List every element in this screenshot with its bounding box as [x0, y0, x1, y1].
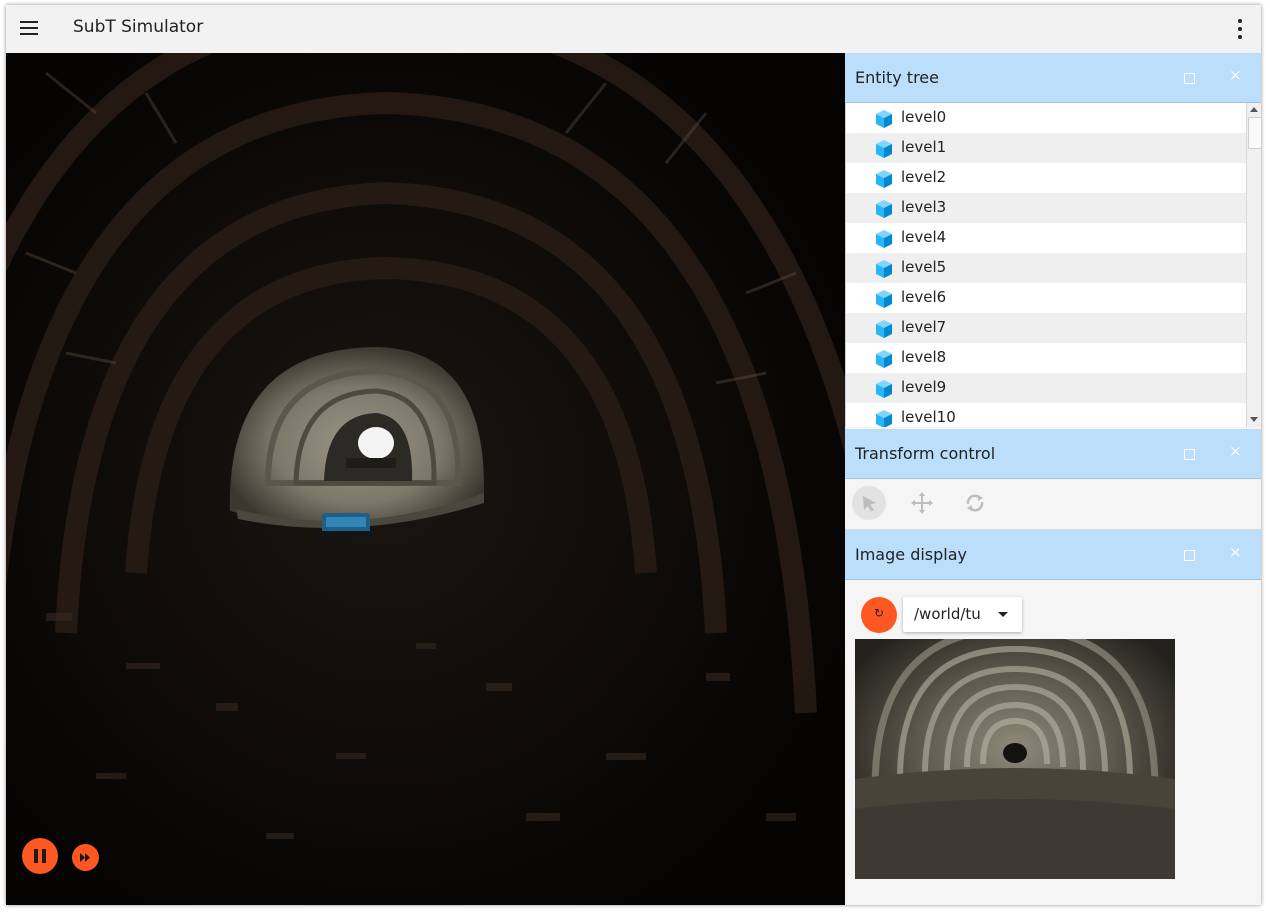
- tree-item-label: level8: [901, 348, 947, 366]
- cube-icon: [876, 110, 892, 128]
- tree-item-level0[interactable]: level0: [846, 103, 1246, 133]
- entity-tree-list[interactable]: level0 level1 level2 level3 level4 level5 leve…: [845, 103, 1261, 427]
- tree-item-label: level9: [901, 378, 947, 396]
- cube-icon: [876, 350, 892, 368]
- image-display-header: Image display ×: [845, 530, 1261, 580]
- select-tool-button[interactable]: [852, 486, 886, 520]
- more-vert-icon[interactable]: [1237, 19, 1243, 39]
- app-window: SubT Simulator Entity tree × level0 leve…: [6, 5, 1261, 905]
- cube-icon: [876, 200, 892, 218]
- cube-icon: [876, 380, 892, 398]
- tree-item-label: level6: [901, 288, 947, 306]
- tree-item-label: level5: [901, 258, 947, 276]
- title-bar: SubT Simulator: [6, 5, 1261, 54]
- select-arrow-icon: [863, 496, 876, 512]
- rotate-icon: [966, 494, 984, 512]
- close-icon[interactable]: ×: [1229, 442, 1242, 460]
- tree-item-level8[interactable]: level8: [846, 343, 1246, 373]
- cube-icon: [876, 260, 892, 278]
- cube-icon: [876, 410, 892, 427]
- pause-button[interactable]: [22, 838, 58, 874]
- tree-item-level2[interactable]: level2: [846, 163, 1246, 193]
- scrollbar-thumb[interactable]: [1248, 117, 1261, 149]
- camera-image: [855, 639, 1175, 879]
- close-icon[interactable]: ×: [1229, 66, 1242, 84]
- tree-item-level10[interactable]: level10: [846, 403, 1246, 427]
- entity-tree-scrollbar[interactable]: [1246, 103, 1261, 427]
- tunnel-scene-render: [6, 53, 845, 905]
- tree-item-level3[interactable]: level3: [846, 193, 1246, 223]
- maximize-icon[interactable]: [1184, 550, 1195, 561]
- rotate-tool-button[interactable]: [958, 486, 992, 520]
- tree-item-label: level3: [901, 198, 947, 216]
- tree-item-label: level7: [901, 318, 947, 336]
- tree-item-level4[interactable]: level4: [846, 223, 1246, 253]
- refresh-icon: ↻: [873, 606, 885, 620]
- fast-forward-icon: [80, 853, 90, 862]
- tree-item-label: level0: [901, 108, 947, 126]
- cube-icon: [876, 320, 892, 338]
- tree-item-level6[interactable]: level6: [846, 283, 1246, 313]
- tree-item-level9[interactable]: level9: [846, 373, 1246, 403]
- tree-item-label: level4: [901, 228, 947, 246]
- menu-icon[interactable]: [20, 21, 38, 35]
- 3d-scene-view[interactable]: [6, 53, 845, 905]
- transform-control-header: Transform control ×: [845, 429, 1261, 479]
- translate-tool-button[interactable]: [905, 486, 939, 520]
- scroll-up-icon[interactable]: [1250, 107, 1258, 112]
- image-topic-dropdown[interactable]: /world/tu: [903, 597, 1022, 632]
- move-icon: [911, 492, 933, 514]
- cube-icon: [876, 290, 892, 308]
- maximize-icon[interactable]: [1184, 73, 1195, 84]
- tree-item-label: level1: [901, 138, 947, 156]
- entity-tree-title: Entity tree: [855, 68, 939, 87]
- tree-item-level7[interactable]: level7: [846, 313, 1246, 343]
- image-display-body: ↻ /world/tu: [845, 581, 1261, 905]
- tree-item-label: level2: [901, 168, 947, 186]
- image-topic-value: /world/tu: [914, 605, 981, 623]
- cube-icon: [876, 140, 892, 158]
- pause-icon: [34, 849, 38, 863]
- image-display-title: Image display: [855, 545, 968, 564]
- tree-item-level5[interactable]: level5: [846, 253, 1246, 283]
- entity-tree-header: Entity tree ×: [845, 53, 1261, 103]
- transform-control-toolbar: [845, 479, 1261, 530]
- transform-control-title: Transform control: [855, 444, 996, 463]
- scroll-down-icon[interactable]: [1250, 417, 1258, 422]
- cube-icon: [876, 230, 892, 248]
- caret-down-icon: [998, 612, 1008, 617]
- tunnel-camera-render: [855, 639, 1175, 879]
- app-title: SubT Simulator: [73, 17, 204, 37]
- right-side-panels: Entity tree × level0 level1 level2 level3 le…: [845, 53, 1261, 905]
- tree-item-label: level10: [901, 408, 956, 426]
- tree-item-level1[interactable]: level1: [846, 133, 1246, 163]
- close-icon[interactable]: ×: [1229, 543, 1242, 561]
- refresh-topics-button[interactable]: ↻: [861, 597, 897, 633]
- step-forward-button[interactable]: [72, 844, 99, 871]
- cube-icon: [876, 170, 892, 188]
- maximize-icon[interactable]: [1184, 449, 1195, 460]
